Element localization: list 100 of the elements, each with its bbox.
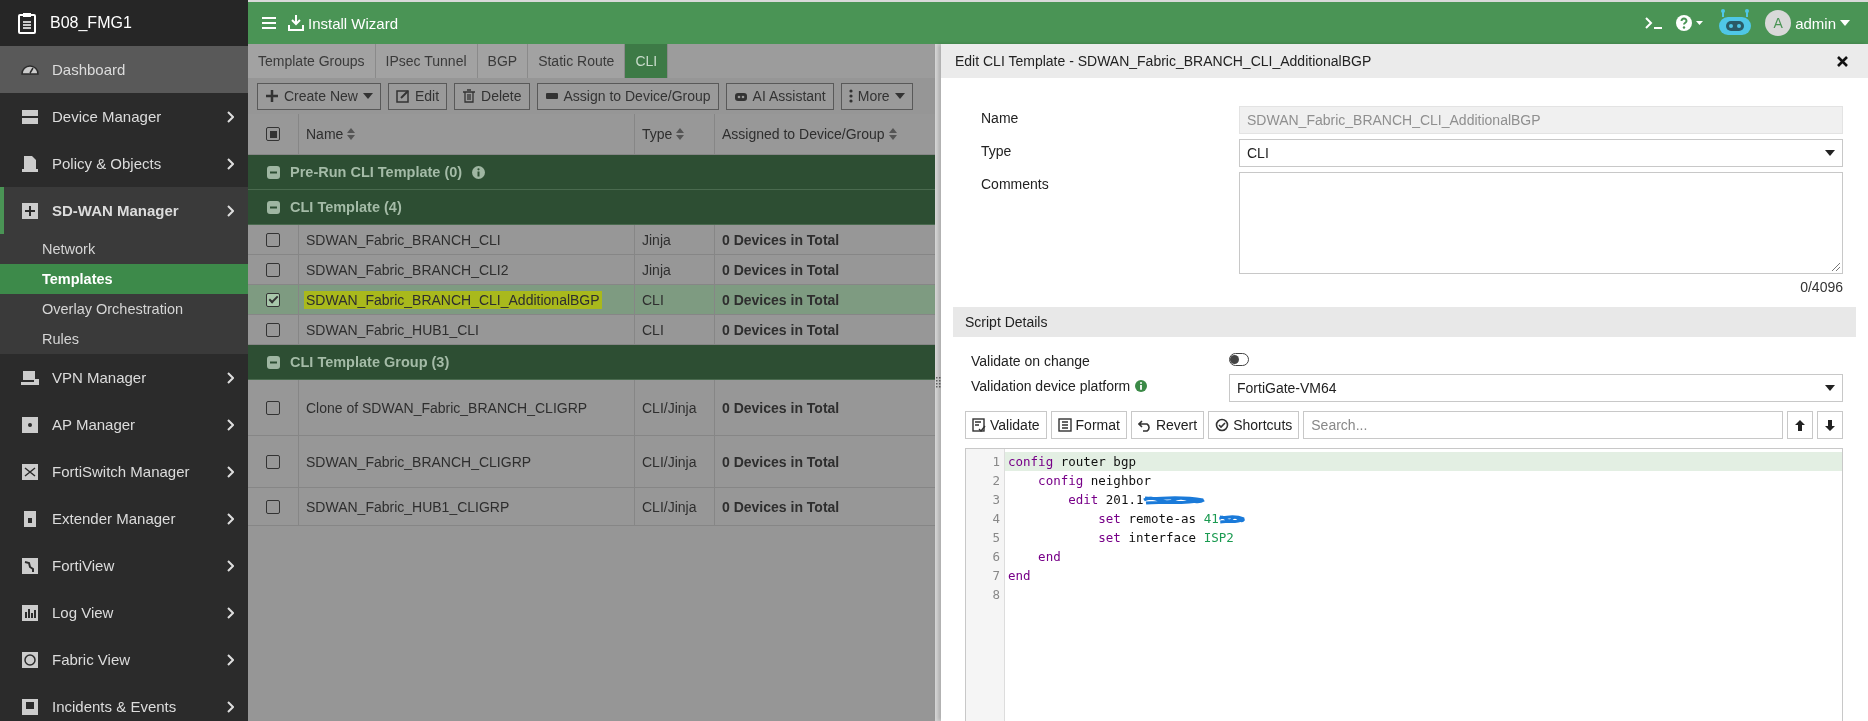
toolbar-button[interactable]: Create New: [257, 82, 381, 110]
field-label: Validate on change: [971, 352, 1091, 369]
table-cell: 0 Devices in Total: [722, 231, 840, 248]
checkbox[interactable]: [266, 454, 280, 469]
sidebar-subitem[interactable]: Templates: [0, 264, 248, 294]
sidebar-subitem[interactable]: Overlay Orchestration: [0, 294, 248, 324]
arrow-up-button[interactable]: [1787, 411, 1813, 439]
collapse-icon[interactable]: [267, 165, 280, 179]
arrow-down-button[interactable]: [1817, 411, 1843, 439]
sidebar-item[interactable]: Dashboard: [0, 46, 248, 93]
arrow-down-icon: [1824, 418, 1836, 432]
chevron-right-icon: [226, 653, 234, 666]
field-label: Comments: [981, 175, 1050, 192]
clipboard-icon: [18, 12, 36, 34]
column-header[interactable]: Assigned to Device/Group: [722, 126, 885, 142]
line-number: 4: [991, 510, 1001, 528]
caret-icon: [1825, 385, 1835, 391]
plus-icon: [265, 89, 279, 103]
shortcut-icon: [1215, 418, 1230, 432]
sidebar-item[interactable]: VPN Manager: [0, 354, 248, 401]
editor-button[interactable]: Format: [1050, 411, 1127, 439]
chevron-right-icon: [226, 157, 234, 170]
sidebar-item[interactable]: Fabric View: [0, 636, 248, 683]
sidebar-subitem[interactable]: Rules: [0, 324, 248, 354]
caret-icon: [1825, 150, 1835, 156]
checkbox[interactable]: [266, 322, 280, 337]
toolbar-button[interactable]: Assign to Device/Group: [536, 82, 719, 110]
sidebar-subitem[interactable]: Network: [0, 234, 248, 264]
line-number: 2: [991, 472, 1001, 490]
sidebar-item[interactable]: Device Manager: [0, 93, 248, 140]
sidebar-item[interactable]: Policy & Objects: [0, 140, 248, 187]
table-cell: CLI/Jinja: [642, 399, 697, 416]
avatar: A: [1765, 10, 1792, 36]
help-icon[interactable]: [1675, 14, 1706, 32]
toolbar-button[interactable]: AI Assistant: [725, 82, 834, 110]
toolbar-button[interactable]: Delete: [454, 82, 530, 110]
tab[interactable]: Template Groups: [248, 44, 376, 78]
character-counter: 0/4096: [1800, 279, 1843, 295]
chevron-right-icon: [226, 418, 234, 431]
chevron-right-icon: [226, 204, 234, 217]
checkbox[interactable]: [266, 400, 280, 415]
tab[interactable]: IPsec Tunnel: [375, 44, 478, 78]
redaction-scribble: [1218, 512, 1245, 525]
table-cell: CLI/Jinja: [642, 498, 697, 515]
sidebar-item[interactable]: Incidents & Events: [0, 683, 248, 721]
edit-icon: [395, 89, 410, 103]
platform-select[interactable]: FortiGate-VM64: [1229, 374, 1843, 402]
format-icon: [1057, 418, 1072, 432]
collapse-icon[interactable]: [267, 355, 280, 369]
sort-icon: [676, 128, 685, 140]
close-button[interactable]: [1837, 55, 1848, 67]
checkbox[interactable]: [266, 499, 280, 514]
sidebar-item[interactable]: Extender Manager: [0, 495, 248, 542]
grip-icon[interactable]: [935, 377, 941, 388]
redaction-scribble: [1143, 493, 1206, 506]
collapse-icon[interactable]: [267, 200, 280, 214]
table-cell: CLI: [642, 291, 664, 308]
column-header[interactable]: Name: [306, 126, 344, 142]
terminal-icon[interactable]: [1645, 17, 1664, 29]
code-line: set interface ISP2: [1097, 530, 1234, 545]
checkbox[interactable]: [266, 292, 280, 307]
section-header: Script Details: [953, 307, 1856, 337]
table-cell: 0 Devices in Total: [722, 399, 840, 416]
table-cell: CLI/Jinja: [642, 453, 697, 470]
table-cell: Jinja: [642, 231, 671, 248]
editor-button[interactable]: Validate: [965, 411, 1047, 439]
code-line: config router bgp: [1008, 454, 1136, 469]
robot-icon[interactable]: [1717, 9, 1754, 37]
field-label: Type: [981, 142, 1013, 159]
tab[interactable]: Static Route: [528, 44, 626, 78]
group-title: Pre-Run CLI Template (0): [290, 164, 463, 180]
trash-icon: [462, 89, 477, 103]
toggle-switch[interactable]: [1229, 353, 1249, 366]
editor-button[interactable]: Revert: [1130, 411, 1205, 439]
select-all-checkbox[interactable]: [266, 127, 280, 141]
editor-button[interactable]: Shortcuts: [1208, 411, 1300, 439]
sidebar-item[interactable]: AP Manager: [0, 401, 248, 448]
panel-title: Edit CLI Template - SDWAN_Fabric_BRANCH_CLI_AdditionalBGP: [955, 53, 1372, 69]
close-icon: [1837, 55, 1848, 67]
comments-field[interactable]: [1239, 172, 1843, 274]
install-wizard-button[interactable]: Install Wizard: [288, 14, 399, 32]
toolbar-button[interactable]: More: [840, 82, 913, 110]
sidebar-item[interactable]: SD-WAN Manager: [0, 187, 248, 234]
resize-handle-icon[interactable]: [1831, 262, 1840, 271]
column-header[interactable]: Type: [642, 126, 673, 142]
user-name: admin: [1795, 14, 1836, 32]
checkbox[interactable]: [266, 262, 280, 277]
toolbar-button[interactable]: Edit: [387, 82, 448, 110]
tab[interactable]: CLI: [625, 44, 669, 78]
user-menu[interactable]: A admin: [1765, 10, 1850, 36]
sidebar-item[interactable]: Log View: [0, 589, 248, 636]
tab[interactable]: BGP: [477, 44, 529, 78]
table-cell: 0 Devices in Total: [722, 291, 840, 308]
sidebar-item[interactable]: FortiSwitch Manager: [0, 448, 248, 495]
checkbox[interactable]: [266, 232, 280, 247]
sidebar-item[interactable]: FortiView: [0, 542, 248, 589]
code-editor[interactable]: 1 2 3 4 5 6 7 8 config router bgp config neighbor edit 201.1 set remote-as 41 set interface ISP2 end end: [965, 448, 1843, 721]
search-field[interactable]: Search...: [1303, 411, 1783, 439]
type-select[interactable]: CLI: [1239, 139, 1843, 167]
undo-icon: [1137, 418, 1152, 432]
